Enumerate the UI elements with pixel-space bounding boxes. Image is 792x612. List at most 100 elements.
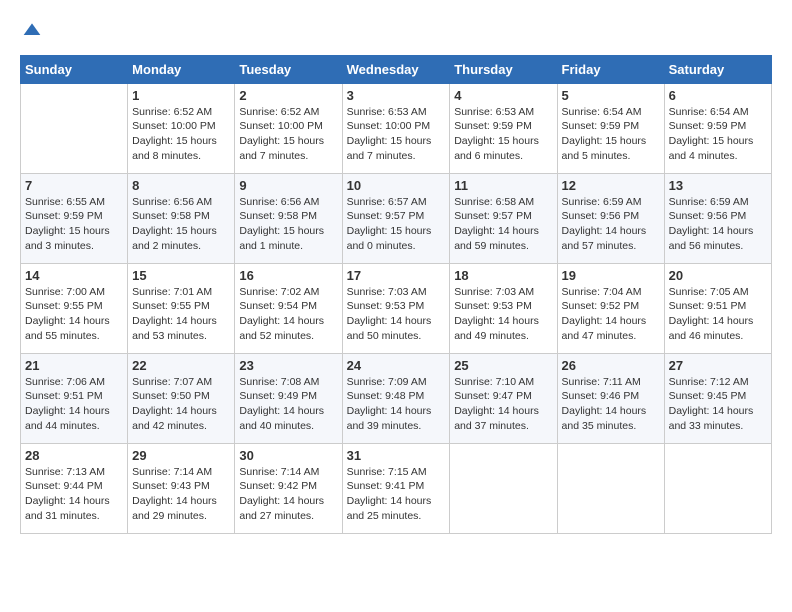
day-number: 26 bbox=[562, 358, 660, 373]
day-number: 30 bbox=[239, 448, 337, 463]
day-number: 15 bbox=[132, 268, 230, 283]
day-info: Sunrise: 6:52 AMSunset: 10:00 PMDaylight… bbox=[239, 105, 337, 164]
calendar-cell: 31 Sunrise: 7:15 AMSunset: 9:41 PMDayligh… bbox=[342, 443, 450, 533]
day-number: 28 bbox=[25, 448, 123, 463]
day-info: Sunrise: 6:52 AMSunset: 10:00 PMDaylight… bbox=[132, 105, 230, 164]
calendar-cell bbox=[664, 443, 771, 533]
day-info: Sunrise: 7:05 AMSunset: 9:51 PMDaylight:… bbox=[669, 285, 767, 344]
calendar-cell: 22 Sunrise: 7:07 AMSunset: 9:50 PMDayligh… bbox=[128, 353, 235, 443]
calendar-cell: 1 Sunrise: 6:52 AMSunset: 10:00 PMDayligh… bbox=[128, 83, 235, 173]
day-number: 11 bbox=[454, 178, 552, 193]
calendar-cell: 19 Sunrise: 7:04 AMSunset: 9:52 PMDayligh… bbox=[557, 263, 664, 353]
calendar-cell: 26 Sunrise: 7:11 AMSunset: 9:46 PMDayligh… bbox=[557, 353, 664, 443]
day-info: Sunrise: 7:02 AMSunset: 9:54 PMDaylight:… bbox=[239, 285, 337, 344]
calendar-cell: 12Sunrise: 6:59 AMSunset: 9:56 PMDayligh… bbox=[557, 173, 664, 263]
day-number: 7 bbox=[25, 178, 123, 193]
calendar-cell bbox=[557, 443, 664, 533]
calendar-week-row: 21Sunrise: 7:06 AMSunset: 9:51 PMDayligh… bbox=[21, 353, 772, 443]
day-info: Sunrise: 6:54 AMSunset: 9:59 PMDaylight:… bbox=[562, 105, 660, 164]
calendar-week-row: 7 Sunrise: 6:55 AMSunset: 9:59 PMDaylight… bbox=[21, 173, 772, 263]
calendar-cell: 17 Sunrise: 7:03 AMSunset: 9:53 PMDayligh… bbox=[342, 263, 450, 353]
calendar-week-row: 14 Sunrise: 7:00 AMSunset: 9:55 PMDayligh… bbox=[21, 263, 772, 353]
day-number: 3 bbox=[347, 88, 446, 103]
day-number: 10 bbox=[347, 178, 446, 193]
calendar-cell: 20 Sunrise: 7:05 AMSunset: 9:51 PMDayligh… bbox=[664, 263, 771, 353]
calendar-cell: 8 Sunrise: 6:56 AMSunset: 9:58 PMDaylight… bbox=[128, 173, 235, 263]
calendar-cell: 24Sunrise: 7:09 AMSunset: 9:48 PMDayligh… bbox=[342, 353, 450, 443]
day-number: 8 bbox=[132, 178, 230, 193]
day-info: Sunrise: 6:53 AMSunset: 10:00 PMDaylight… bbox=[347, 105, 446, 164]
day-number: 16 bbox=[239, 268, 337, 283]
calendar-cell: 29 Sunrise: 7:14 AMSunset: 9:43 PMDayligh… bbox=[128, 443, 235, 533]
weekday-header-wednesday: Wednesday bbox=[342, 55, 450, 83]
day-number: 4 bbox=[454, 88, 552, 103]
day-info: Sunrise: 7:15 AMSunset: 9:41 PMDaylight:… bbox=[347, 465, 446, 524]
day-info: Sunrise: 7:04 AMSunset: 9:52 PMDaylight:… bbox=[562, 285, 660, 344]
calendar-week-row: 1 Sunrise: 6:52 AMSunset: 10:00 PMDayligh… bbox=[21, 83, 772, 173]
calendar-cell: 6 Sunrise: 6:54 AMSunset: 9:59 PMDaylight… bbox=[664, 83, 771, 173]
day-info: Sunrise: 7:07 AMSunset: 9:50 PMDaylight:… bbox=[132, 375, 230, 434]
day-info: Sunrise: 7:14 AMSunset: 9:42 PMDaylight:… bbox=[239, 465, 337, 524]
calendar-cell: 14 Sunrise: 7:00 AMSunset: 9:55 PMDayligh… bbox=[21, 263, 128, 353]
calendar-cell bbox=[21, 83, 128, 173]
day-info: Sunrise: 7:10 AMSunset: 9:47 PMDaylight:… bbox=[454, 375, 552, 434]
calendar-body: 1 Sunrise: 6:52 AMSunset: 10:00 PMDayligh… bbox=[21, 83, 772, 533]
calendar-cell: 28 Sunrise: 7:13 AMSunset: 9:44 PMDayligh… bbox=[21, 443, 128, 533]
day-info: Sunrise: 7:03 AMSunset: 9:53 PMDaylight:… bbox=[454, 285, 552, 344]
day-info: Sunrise: 6:55 AMSunset: 9:59 PMDaylight:… bbox=[25, 195, 123, 254]
calendar-cell: 10 Sunrise: 6:57 AMSunset: 9:57 PMDayligh… bbox=[342, 173, 450, 263]
calendar-cell: 4 Sunrise: 6:53 AMSunset: 9:59 PMDaylight… bbox=[450, 83, 557, 173]
day-number: 14 bbox=[25, 268, 123, 283]
day-number: 29 bbox=[132, 448, 230, 463]
calendar-cell: 13Sunrise: 6:59 AMSunset: 9:56 PMDayligh… bbox=[664, 173, 771, 263]
day-number: 27 bbox=[669, 358, 767, 373]
day-number: 6 bbox=[669, 88, 767, 103]
day-number: 24 bbox=[347, 358, 446, 373]
day-info: Sunrise: 6:59 AMSunset: 9:56 PMDaylight:… bbox=[562, 195, 660, 254]
weekday-header-thursday: Thursday bbox=[450, 55, 557, 83]
calendar-cell: 18 Sunrise: 7:03 AMSunset: 9:53 PMDayligh… bbox=[450, 263, 557, 353]
day-info: Sunrise: 6:54 AMSunset: 9:59 PMDaylight:… bbox=[669, 105, 767, 164]
calendar-header: SundayMondayTuesdayWednesdayThursdayFrid… bbox=[21, 55, 772, 83]
day-info: Sunrise: 7:13 AMSunset: 9:44 PMDaylight:… bbox=[25, 465, 123, 524]
day-info: Sunrise: 7:00 AMSunset: 9:55 PMDaylight:… bbox=[25, 285, 123, 344]
calendar-cell: 21Sunrise: 7:06 AMSunset: 9:51 PMDayligh… bbox=[21, 353, 128, 443]
calendar-cell: 16 Sunrise: 7:02 AMSunset: 9:54 PMDayligh… bbox=[235, 263, 342, 353]
day-info: Sunrise: 6:57 AMSunset: 9:57 PMDaylight:… bbox=[347, 195, 446, 254]
day-number: 13 bbox=[669, 178, 767, 193]
calendar-cell: 23 Sunrise: 7:08 AMSunset: 9:49 PMDayligh… bbox=[235, 353, 342, 443]
day-info: Sunrise: 7:14 AMSunset: 9:43 PMDaylight:… bbox=[132, 465, 230, 524]
day-number: 17 bbox=[347, 268, 446, 283]
day-number: 21 bbox=[25, 358, 123, 373]
day-number: 2 bbox=[239, 88, 337, 103]
calendar-cell: 11 Sunrise: 6:58 AMSunset: 9:57 PMDayligh… bbox=[450, 173, 557, 263]
day-info: Sunrise: 7:08 AMSunset: 9:49 PMDaylight:… bbox=[239, 375, 337, 434]
calendar-cell: 7 Sunrise: 6:55 AMSunset: 9:59 PMDaylight… bbox=[21, 173, 128, 263]
day-number: 5 bbox=[562, 88, 660, 103]
calendar-cell: 2 Sunrise: 6:52 AMSunset: 10:00 PMDayligh… bbox=[235, 83, 342, 173]
logo-icon bbox=[22, 20, 42, 40]
calendar-cell: 9Sunrise: 6:56 AMSunset: 9:58 PMDaylight… bbox=[235, 173, 342, 263]
day-number: 20 bbox=[669, 268, 767, 283]
day-info: Sunrise: 6:56 AMSunset: 9:58 PMDaylight:… bbox=[132, 195, 230, 254]
logo bbox=[20, 20, 42, 45]
weekday-header-monday: Monday bbox=[128, 55, 235, 83]
day-number: 18 bbox=[454, 268, 552, 283]
weekday-header-saturday: Saturday bbox=[664, 55, 771, 83]
day-number: 22 bbox=[132, 358, 230, 373]
day-number: 31 bbox=[347, 448, 446, 463]
day-number: 19 bbox=[562, 268, 660, 283]
day-info: Sunrise: 7:03 AMSunset: 9:53 PMDaylight:… bbox=[347, 285, 446, 344]
day-info: Sunrise: 7:01 AMSunset: 9:55 PMDaylight:… bbox=[132, 285, 230, 344]
day-info: Sunrise: 6:53 AMSunset: 9:59 PMDaylight:… bbox=[454, 105, 552, 164]
calendar-week-row: 28 Sunrise: 7:13 AMSunset: 9:44 PMDayligh… bbox=[21, 443, 772, 533]
calendar-cell: 25 Sunrise: 7:10 AMSunset: 9:47 PMDayligh… bbox=[450, 353, 557, 443]
day-info: Sunrise: 7:11 AMSunset: 9:46 PMDaylight:… bbox=[562, 375, 660, 434]
day-number: 1 bbox=[132, 88, 230, 103]
day-number: 23 bbox=[239, 358, 337, 373]
weekday-header-tuesday: Tuesday bbox=[235, 55, 342, 83]
weekday-header-row: SundayMondayTuesdayWednesdayThursdayFrid… bbox=[21, 55, 772, 83]
day-number: 25 bbox=[454, 358, 552, 373]
weekday-header-sunday: Sunday bbox=[21, 55, 128, 83]
day-info: Sunrise: 6:58 AMSunset: 9:57 PMDaylight:… bbox=[454, 195, 552, 254]
